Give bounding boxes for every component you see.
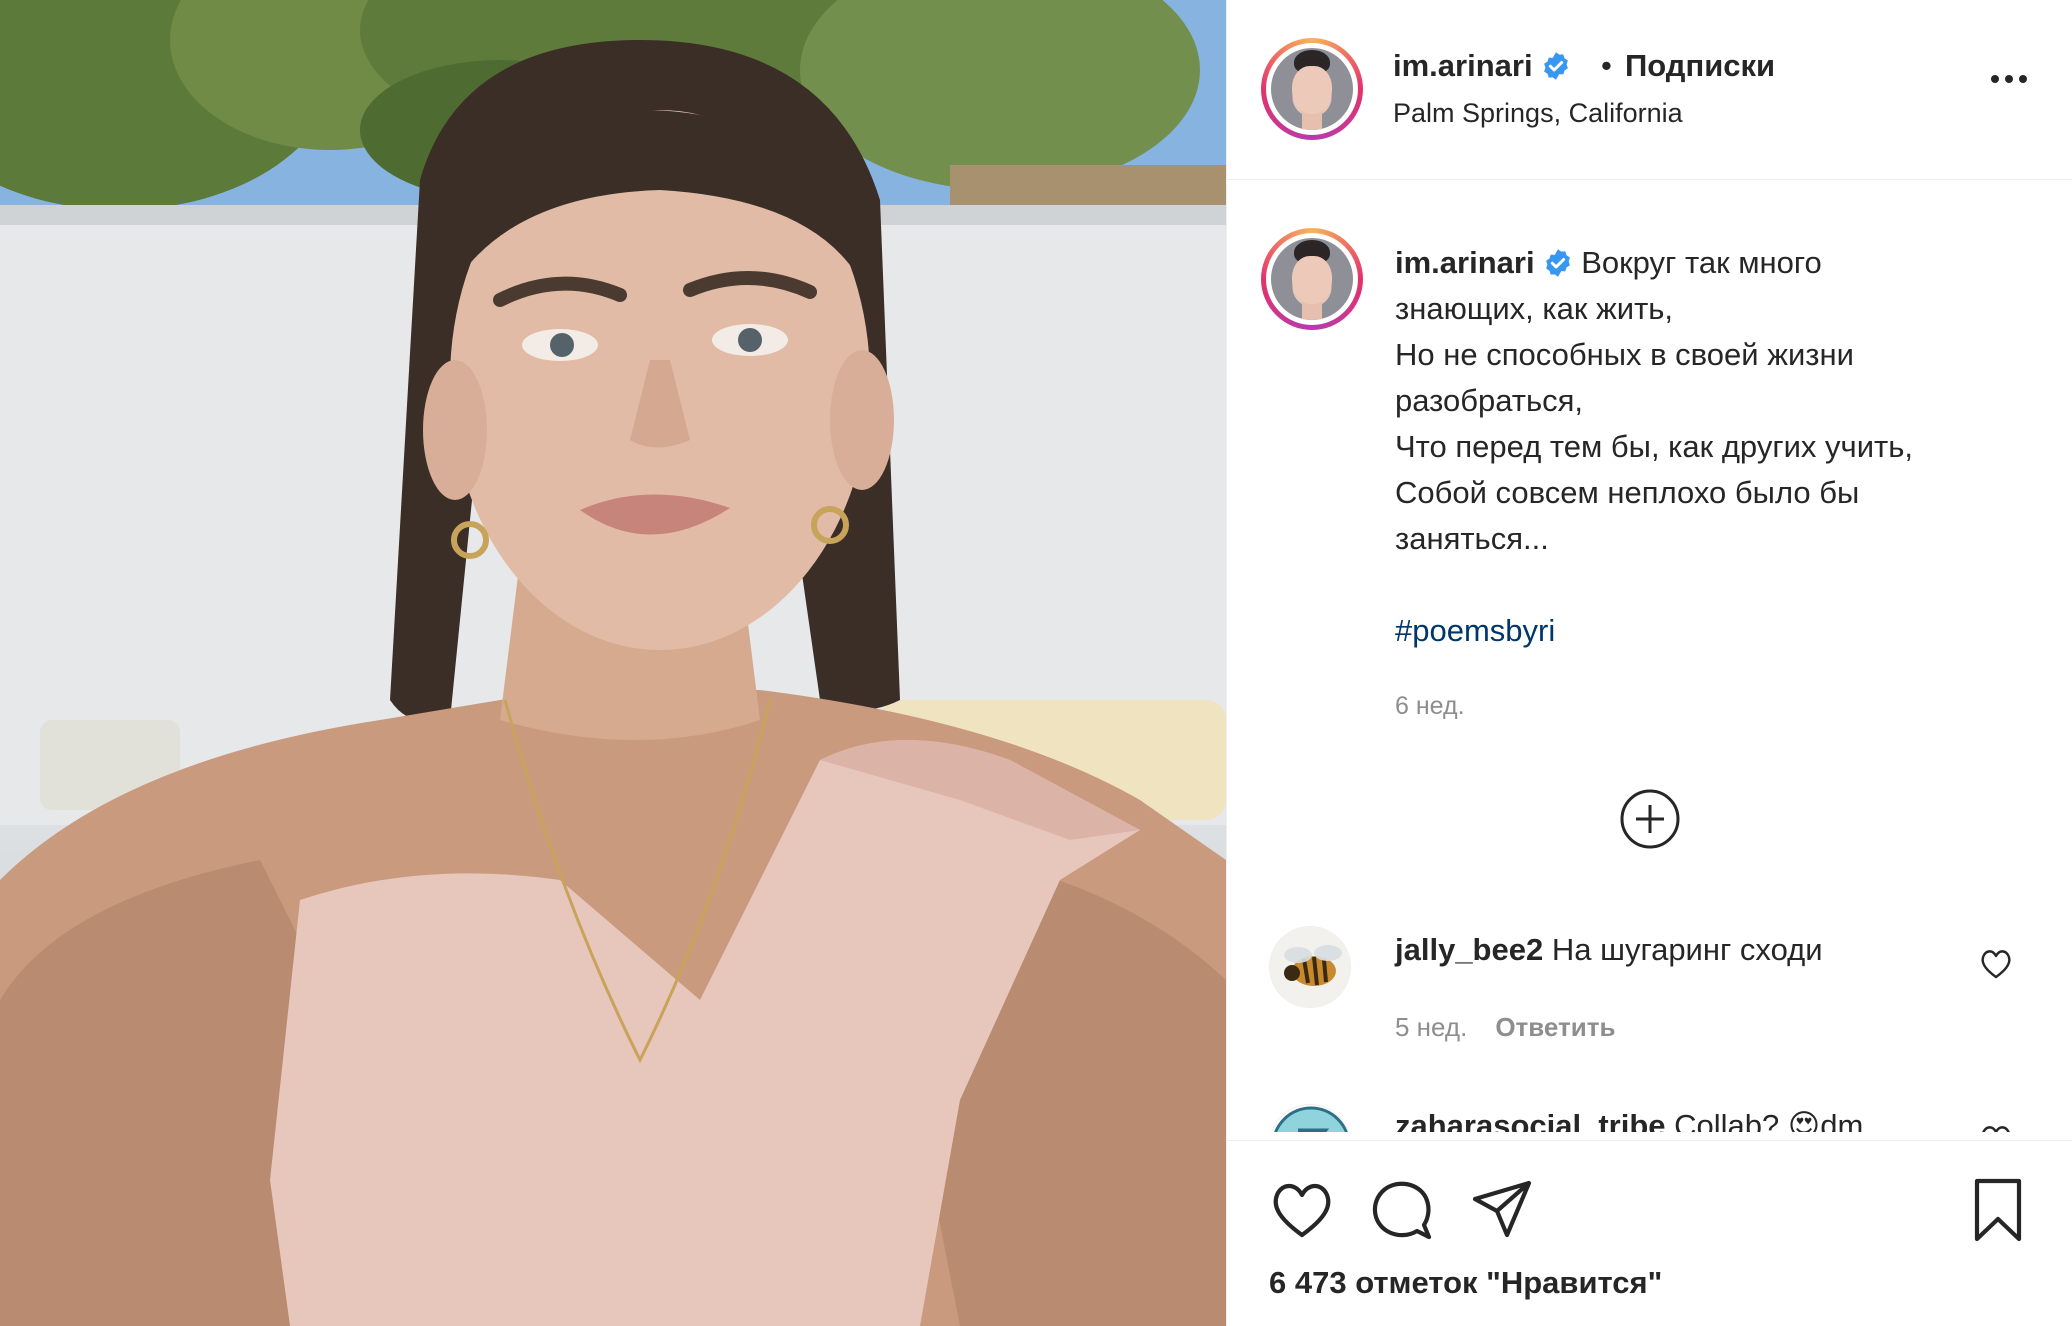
plus-circle-icon[interactable] [1619,788,1681,850]
commenter-avatar[interactable] [1269,1104,1351,1132]
bee-avatar-image [1270,927,1350,1007]
comment-like-heart-icon[interactable] [1979,948,2013,980]
commenter-username[interactable]: zaharasocial_tribe [1395,1108,1666,1132]
post-photo[interactable] [0,0,1226,1326]
post-sidebar: im.arinari • Подписки Palm Springs, Cali… [1226,0,2072,1326]
post-actions-bar: 6 473 отметок "Нравится" [1227,1140,2072,1326]
caption-hashtag[interactable]: #poemsbyri [1395,613,1555,648]
comment-body: Collab? 😍dm [1674,1108,1864,1132]
comment-body: На шугаринг сходи [1551,932,1823,967]
author-avatar[interactable] [1261,38,1363,140]
author-username-text[interactable]: im.arinari [1393,48,1533,83]
caption-timestamp[interactable]: 6 нед. [1395,692,1465,721]
caption-avatar[interactable] [1261,228,1363,330]
caption-username[interactable]: im.arinari [1395,245,1535,280]
post-location[interactable]: Palm Springs, California [1393,98,1683,129]
verified-badge-icon [1543,52,1568,80]
more-horizontal-icon[interactable] [1987,64,2031,94]
comments-list: jally_bee2 На шугаринг сходи 5 нед. Ответ… [1227,900,2072,1132]
author-username[interactable]: im.arinari [1393,48,1571,84]
caption-body: Вокруг так много знающих, как жить, Но н… [1395,245,1913,556]
post-header: im.arinari • Подписки Palm Springs, Cali… [1227,0,2072,180]
caption-text-block: im.arinari Вокруг так много знающих, как… [1395,240,2035,654]
comment-timestamp[interactable]: 5 нед. [1395,1012,1467,1042]
comment-icon[interactable] [1369,1177,1435,1243]
verified-badge-icon [1545,249,1570,277]
commenter-avatar[interactable] [1269,926,1351,1008]
instagram-post-view: im.arinari • Подписки Palm Springs, Cali… [0,0,2072,1326]
paper-plane-icon[interactable] [1469,1177,1535,1243]
comment-text: zaharasocial_tribe Collab? 😍dm [1395,1108,1863,1132]
z-logo-avatar-image [1270,1105,1350,1132]
comment-text: jally_bee2 На шугаринг сходи [1395,932,1823,968]
header-separator: • [1601,48,1612,83]
bookmark-icon[interactable] [1965,1177,2031,1243]
comment-meta: 5 нед. Ответить [1395,1012,1615,1043]
photo-illustration [0,0,1226,1326]
comment-like-heart-icon[interactable] [1979,1124,2013,1132]
commenter-username[interactable]: jally_bee2 [1395,932,1543,967]
following-button[interactable]: Подписки [1625,48,1775,84]
reply-button[interactable]: Ответить [1495,1012,1615,1042]
heart-icon[interactable] [1269,1177,1335,1243]
likes-count[interactable]: 6 473 отметок "Нравится" [1269,1265,1662,1301]
